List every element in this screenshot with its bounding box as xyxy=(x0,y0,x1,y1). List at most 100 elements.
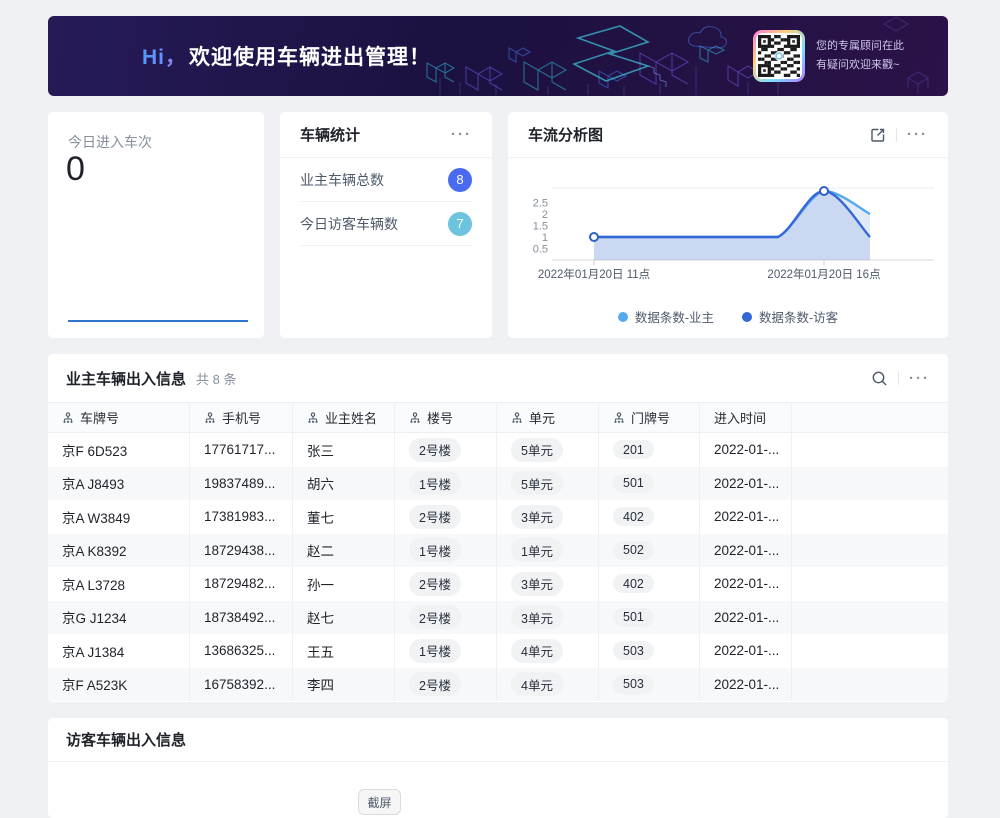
traffic-chart-title: 车流分析图 xyxy=(528,124,603,145)
table-cell: 17761717... xyxy=(190,433,293,467)
table-cell: 402 xyxy=(599,567,700,601)
table-cell: 1号楼 xyxy=(395,467,497,501)
column-header[interactable]: 进入时间 xyxy=(700,403,792,432)
svg-text:2: 2 xyxy=(542,209,548,221)
column-header[interactable]: 车牌号 xyxy=(48,403,190,432)
table-cell: 京F A523K xyxy=(48,668,190,702)
visitor-vehicles-card: 访客车辆出入信息 xyxy=(48,718,948,818)
qr-caption: 您的专属顾问在此 有疑问欢迎来戳~ xyxy=(816,37,904,74)
table-cell: 京A J1384 xyxy=(48,634,190,668)
svg-text:0.5: 0.5 xyxy=(533,244,548,256)
column-header[interactable]: 门牌号 xyxy=(599,403,700,432)
table-cell-empty xyxy=(792,433,948,467)
tag-pill: 4单元 xyxy=(511,672,563,696)
qr-code[interactable] xyxy=(753,30,805,82)
column-header-empty xyxy=(792,403,948,432)
legend-label: 数据条数-业主 xyxy=(635,307,714,326)
table-row[interactable]: 京F 6D52317761717...张三2号楼5单元2012022-01-..… xyxy=(48,433,948,467)
tag-pill: 503 xyxy=(613,675,654,694)
more-dots-icon[interactable]: ··· xyxy=(907,127,928,142)
table-cell: 赵二 xyxy=(293,534,395,568)
table-row[interactable]: 京A K839218729438...赵二1号楼1单元5022022-01-..… xyxy=(48,534,948,568)
table-cell: 赵七 xyxy=(293,601,395,635)
table-cell: 201 xyxy=(599,433,700,467)
table-cell: 501 xyxy=(599,467,700,501)
table-cell: 4单元 xyxy=(497,668,599,702)
table-cell: 501 xyxy=(599,601,700,635)
stat-count-badge: 7 xyxy=(448,212,472,236)
stat-row[interactable]: 今日访客车辆数 7 xyxy=(300,202,472,246)
stat-label: 今日访客车辆数 xyxy=(300,214,398,234)
welcome-banner: Hi， 欢迎使用车辆进出管理！ 您的专属顾问在此 有疑问欢迎来戳~ xyxy=(48,16,948,96)
table-cell-empty xyxy=(792,634,948,668)
more-dots-icon[interactable]: ··· xyxy=(909,371,930,386)
column-header[interactable]: 楼号 xyxy=(395,403,497,432)
table-cell-empty xyxy=(792,467,948,501)
table-cell-empty xyxy=(792,500,948,534)
screenshot-button[interactable]: 截屏 xyxy=(358,789,401,815)
table-cell: 2022-01-... xyxy=(700,601,792,635)
table-row[interactable]: 京A L372818729482...孙一2号楼3单元4022022-01-..… xyxy=(48,567,948,601)
search-icon[interactable] xyxy=(871,370,888,387)
table-row[interactable]: 京A W384917381983...董七2号楼3单元4022022-01-..… xyxy=(48,500,948,534)
field-type-icon xyxy=(613,412,625,424)
column-header[interactable]: 业主姓名 xyxy=(293,403,395,432)
table-row[interactable]: 京A J849319837489...胡六1号楼5单元5012022-01-..… xyxy=(48,467,948,501)
table-cell: 18729438... xyxy=(190,534,293,568)
table-cell: 王五 xyxy=(293,634,395,668)
table-cell-empty xyxy=(792,567,948,601)
table-cell: 2022-01-... xyxy=(700,668,792,702)
table-row[interactable]: 京G J123418738492...赵七2号楼3单元5012022-01-..… xyxy=(48,601,948,635)
table-cell: 4单元 xyxy=(497,634,599,668)
legend-item[interactable]: 数据条数-业主 xyxy=(618,307,714,326)
field-type-icon xyxy=(204,412,216,424)
tag-pill: 503 xyxy=(613,641,654,660)
table-cell: 19837489... xyxy=(190,467,293,501)
table-cell: 京A J8493 xyxy=(48,467,190,501)
field-type-icon xyxy=(307,412,319,424)
table-cell: 2022-01-... xyxy=(700,534,792,568)
table-cell: 京A L3728 xyxy=(48,567,190,601)
table-row[interactable]: 京A J138413686325...王五1号楼4单元5032022-01-..… xyxy=(48,634,948,668)
tag-pill: 2号楼 xyxy=(409,672,461,696)
tag-pill: 402 xyxy=(613,574,654,593)
visitor-table-title: 访客车辆出入信息 xyxy=(66,729,186,750)
table-cell: 5单元 xyxy=(497,467,599,501)
tag-pill: 3单元 xyxy=(511,572,563,596)
table-cell: 李四 xyxy=(293,668,395,702)
legend-label: 数据条数-访客 xyxy=(759,307,838,326)
column-header[interactable]: 手机号 xyxy=(190,403,293,432)
stat-row[interactable]: 业主车辆总数8 xyxy=(300,158,472,202)
table-cell: 2022-01-... xyxy=(700,500,792,534)
tag-pill: 2号楼 xyxy=(409,438,461,462)
more-dots-icon[interactable]: ··· xyxy=(451,127,472,142)
table-cell: 16758392... xyxy=(190,668,293,702)
field-type-icon xyxy=(511,412,523,424)
table-cell: 董七 xyxy=(293,500,395,534)
tag-pill: 1单元 xyxy=(511,538,563,562)
table-cell-empty xyxy=(792,534,948,568)
column-header[interactable]: 单元 xyxy=(497,403,599,432)
table-cell: 17381983... xyxy=(190,500,293,534)
vehicle-stats-card: 车辆统计 ··· 业主车辆总数8今日访客车辆数7 xyxy=(280,112,492,338)
tag-pill: 2号楼 xyxy=(409,505,461,529)
tag-pill: 201 xyxy=(613,440,654,459)
tag-pill: 3单元 xyxy=(511,605,563,629)
stat-label: 业主车辆总数 xyxy=(300,170,384,190)
legend-item[interactable]: 数据条数-访客 xyxy=(742,307,838,326)
tag-pill: 1号楼 xyxy=(409,538,461,562)
svg-text:2022年01月20日 16点: 2022年01月20日 16点 xyxy=(767,267,880,281)
tag-pill: 1号楼 xyxy=(409,471,461,495)
table-cell: 503 xyxy=(599,668,700,702)
table-cell: 胡六 xyxy=(293,467,395,501)
svg-text:1.5: 1.5 xyxy=(533,221,548,233)
entries-sparkline xyxy=(68,320,248,322)
table-cell: 京F 6D523 xyxy=(48,433,190,467)
table-row[interactable]: 京F A523K16758392...李四 2号楼 4单元 503 2022-01-..… xyxy=(48,668,948,702)
legend-dot xyxy=(618,312,628,322)
table-cell: 2022-01-... xyxy=(700,433,792,467)
table-cell-empty xyxy=(792,601,948,635)
table-cell: 3单元 xyxy=(497,567,599,601)
field-type-icon xyxy=(62,412,74,424)
export-icon[interactable] xyxy=(870,127,886,143)
